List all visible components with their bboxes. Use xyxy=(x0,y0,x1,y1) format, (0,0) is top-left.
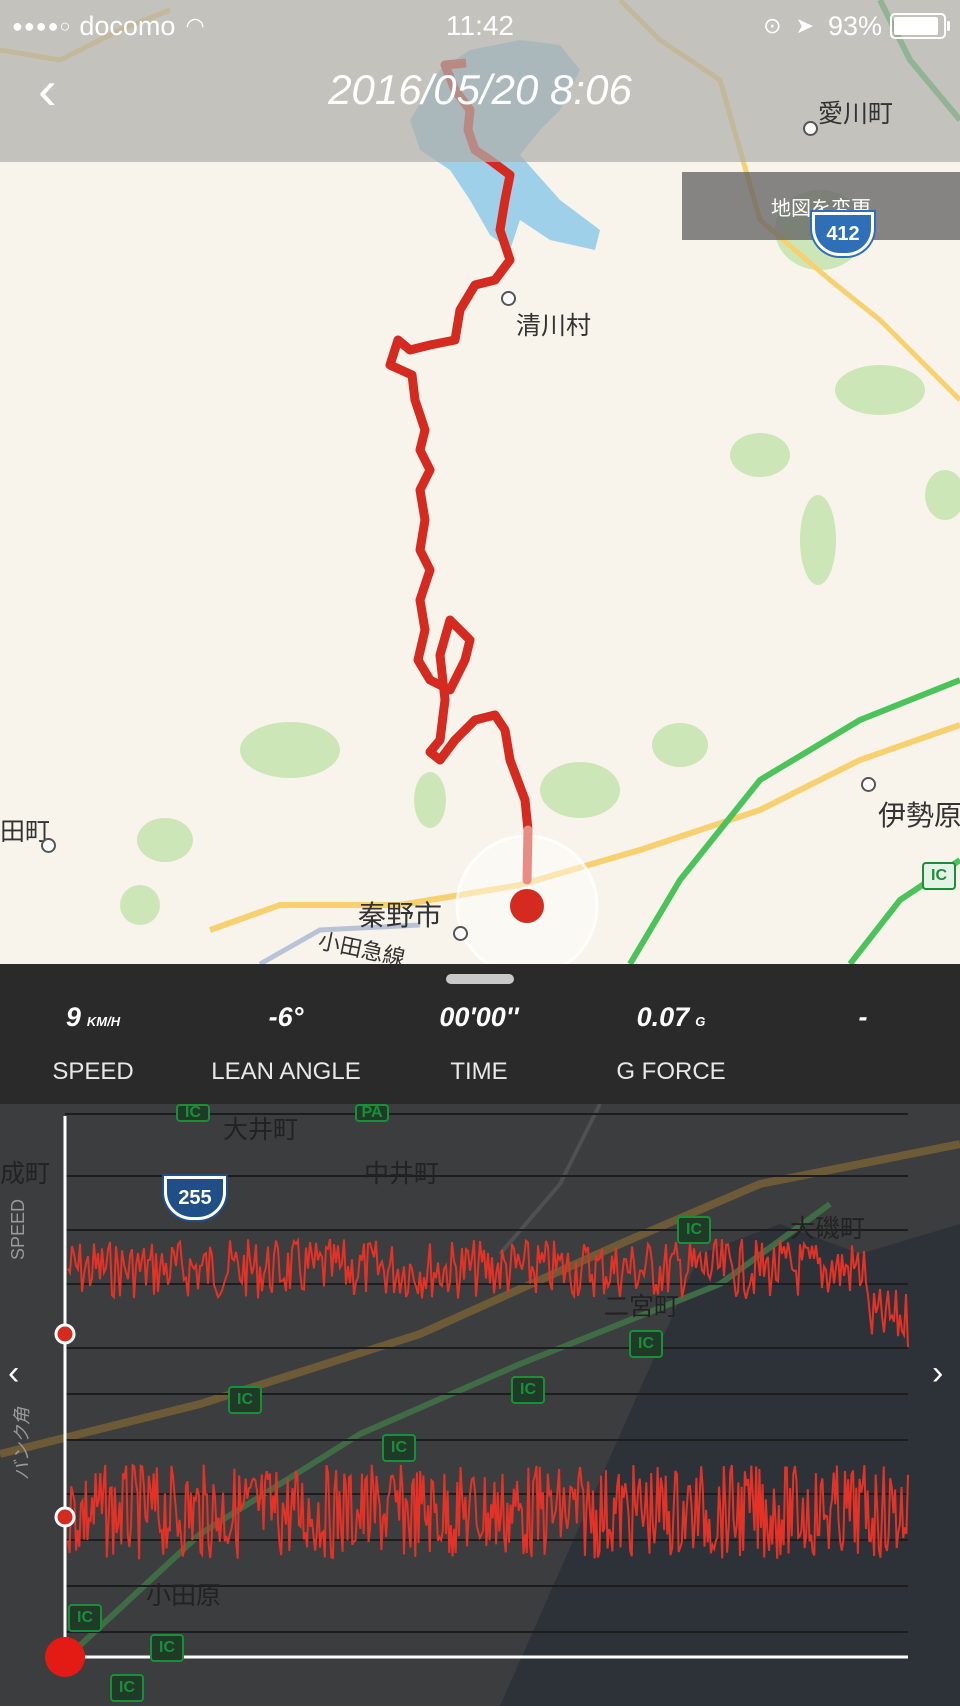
poi-marker xyxy=(501,291,516,306)
bg-pa-badge: PA xyxy=(355,1104,389,1122)
stat-extra: - xyxy=(768,1002,958,1036)
stat-speed: 9 KM/H SPEED xyxy=(0,1002,188,1086)
speed-value: 9 xyxy=(65,1002,81,1032)
stat-time: 00'00'' TIME xyxy=(384,1002,574,1086)
map-label-hadano: 秦野市 xyxy=(358,900,443,931)
gforce-unit: G xyxy=(695,1014,706,1029)
drag-handle[interactable] xyxy=(446,974,514,984)
bg-ic-badge: IC xyxy=(176,1104,210,1122)
map-label-isehara: 伊勢原 xyxy=(878,800,960,831)
bg-label-left: 成町 xyxy=(0,1160,51,1188)
timeline-scrubber[interactable] xyxy=(45,1637,85,1677)
gforce-value: 0.07 xyxy=(636,1002,690,1032)
battery-icon xyxy=(890,13,950,39)
map-label-kiyokawa: 清川村 xyxy=(516,312,592,340)
bank-cursor-dot xyxy=(54,1506,76,1528)
bg-ic-badge: IC xyxy=(677,1216,711,1244)
poi-marker xyxy=(861,777,876,792)
bank-axis-label: バンク角 xyxy=(12,1407,32,1480)
stat-gforce: 0.07 G G FORCE xyxy=(576,1002,766,1086)
bg-label-nakai: 中井町 xyxy=(364,1160,440,1188)
poi-marker xyxy=(453,926,468,941)
bg-ic-badge: IC xyxy=(228,1386,262,1414)
time-label: TIME xyxy=(450,1058,508,1085)
time-value: 00'00'' xyxy=(439,1002,519,1032)
speed-cursor-dot xyxy=(54,1323,76,1345)
ic-badge: IC xyxy=(922,862,956,890)
speed-axis-label: SPEED xyxy=(8,1198,28,1260)
next-arrow-icon[interactable]: › xyxy=(932,1354,943,1393)
bg-label-odawara: 小田原 xyxy=(146,1582,222,1610)
prev-arrow-icon[interactable]: ‹ xyxy=(8,1354,19,1393)
lock-rotation-icon: ⊙ xyxy=(763,13,782,38)
bg-ic-badge: IC xyxy=(150,1634,184,1662)
lean-value: -6° xyxy=(268,1002,304,1032)
extra-value: - xyxy=(858,1002,868,1032)
speed-label: SPEED xyxy=(52,1058,134,1085)
battery-percent: 93% xyxy=(827,10,882,41)
current-position-marker xyxy=(510,889,544,923)
bg-label-oi: 大井町 xyxy=(223,1116,299,1144)
bg-label-ninomiya: 二宮町 xyxy=(604,1293,680,1321)
bg-ic-badge: IC xyxy=(110,1674,144,1702)
telemetry-graph[interactable]: 大井町 中井町 成町 大磯町 二宮町 小田原 255 IC IC IC IC I… xyxy=(0,1104,960,1706)
speed-unit: KM/H xyxy=(86,1014,121,1029)
map-label-aikawa: 愛川町 xyxy=(818,100,894,128)
bg-ic-badge: IC xyxy=(511,1376,545,1404)
poi-marker xyxy=(803,121,818,136)
bg-ic-badge: IC xyxy=(629,1330,663,1358)
gforce-label: G FORCE xyxy=(616,1058,726,1085)
stats-panel: 9 KM/H SPEED -6° LEAN ANGLE 00'00'' TIME … xyxy=(0,964,960,1104)
map-view[interactable]: ●●●●○ docomo ◠ 11:42 ⊙ ➤ 93% ‹ 2016/05/2… xyxy=(0,0,960,964)
bg-ic-badge: IC xyxy=(382,1434,416,1462)
bg-ic-badge: IC xyxy=(68,1604,102,1632)
location-arrow-icon: ➤ xyxy=(795,13,814,38)
graph-canvas xyxy=(0,1104,960,1706)
stat-lean-angle: -6° LEAN ANGLE xyxy=(191,1002,381,1086)
poi-marker xyxy=(41,838,56,853)
page-title: 2016/05/20 8:06 xyxy=(328,66,632,113)
bg-label-oiso: 大磯町 xyxy=(790,1215,866,1243)
lean-label: LEAN ANGLE xyxy=(211,1058,361,1085)
status-battery: ⊙ ➤ 93% xyxy=(763,6,950,46)
